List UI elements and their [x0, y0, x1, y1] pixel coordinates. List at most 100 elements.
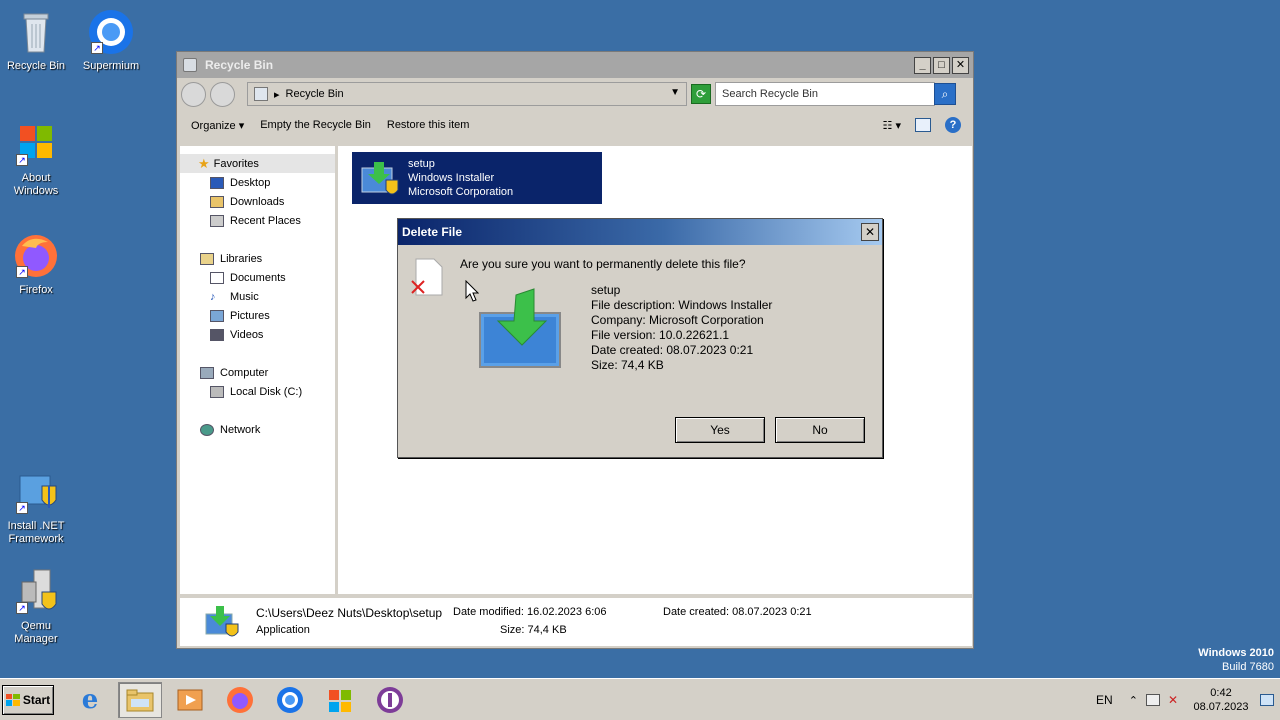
desktop-icon-label: Firefox: [19, 284, 53, 296]
nav-computer[interactable]: Computer: [180, 363, 335, 382]
empty-recycle-bin-button[interactable]: Empty the Recycle Bin: [260, 119, 371, 131]
supermium-browser-icon: [277, 686, 303, 713]
shortcut-arrow-icon: ↗: [16, 266, 28, 278]
details-pane: C:\Users\Deez Nuts\Desktop\setup Applica…: [180, 598, 972, 646]
start-label: Start: [22, 692, 51, 707]
details-date-modified: Date modified: 16.02.2023 6:06: [453, 606, 607, 618]
start-button[interactable]: Start: [2, 684, 54, 715]
back-button[interactable]: [181, 81, 206, 107]
desktop-icon-recycle-bin[interactable]: Recycle Bin: [0, 8, 72, 73]
details-kind: Application: [256, 624, 310, 636]
preview-pane-icon[interactable]: [915, 118, 931, 132]
dialog-file-name: setup: [591, 283, 621, 297]
shortcut-arrow-icon: ↗: [91, 42, 103, 54]
forward-button[interactable]: [210, 81, 235, 107]
firefox-icon: ↗: [12, 232, 60, 280]
music-note-icon: ♪: [210, 290, 216, 303]
view-options-icon[interactable]: ☷ ▾: [883, 119, 901, 132]
dialog-titlebar[interactable]: Delete File ✕: [398, 219, 882, 245]
address-bar[interactable]: ▸ Recycle Bin ▼: [247, 82, 687, 106]
details-date-created: Date created: 08.07.2023 0:21: [663, 606, 812, 618]
dialog-file-description: File description: Windows Installer: [591, 298, 773, 312]
file-name: setup: [408, 158, 435, 170]
taskbar-firefox[interactable]: [218, 682, 262, 718]
window-titlebar[interactable]: Recycle Bin _ □ ✕: [177, 52, 973, 78]
nav-libraries[interactable]: Libraries: [180, 249, 335, 268]
brand-build: Build 7680: [1222, 661, 1274, 673]
dialog-close-button[interactable]: ✕: [861, 223, 879, 241]
nav-documents[interactable]: Documents: [180, 268, 335, 287]
nav-videos[interactable]: Videos: [180, 325, 335, 344]
network-icon: [200, 423, 214, 436]
nav-favorites[interactable]: ★ Favorites: [180, 154, 335, 173]
window-title: Recycle Bin: [205, 58, 274, 72]
search-icon[interactable]: ⌕: [934, 83, 956, 105]
os-brand-watermark: Windows 2010 Build 7680: [1198, 646, 1274, 674]
dialog-file-date-created: Date created: 08.07.2023 0:21: [591, 343, 754, 357]
taskbar-media-player[interactable]: [168, 682, 212, 718]
nav-pictures[interactable]: Pictures: [180, 306, 335, 325]
nav-music[interactable]: ♪ Music: [180, 287, 335, 306]
clock[interactable]: 0:42 08.07.2023: [1188, 686, 1254, 714]
clock-time: 0:42: [1210, 687, 1232, 699]
search-placeholder: Search Recycle Bin: [722, 88, 818, 100]
desktop-icon-label: About Windows: [13, 172, 59, 197]
navigation-pane: ★ Favorites Desktop Downloads Recent Pla…: [180, 146, 338, 594]
folder-icon: [126, 689, 154, 711]
language-indicator[interactable]: EN: [1096, 693, 1113, 707]
restore-item-button[interactable]: Restore this item: [387, 119, 470, 131]
desktop-icon-label: Qemu Manager: [14, 620, 58, 645]
minimize-button[interactable]: _: [914, 56, 931, 74]
shortcut-arrow-icon: ↗: [16, 602, 28, 614]
yes-button[interactable]: Yes: [675, 417, 765, 443]
search-input[interactable]: Search Recycle Bin ⌕: [715, 82, 956, 106]
organize-menu[interactable]: Organize ▾: [191, 119, 244, 132]
delete-file-dialog: Delete File ✕ Are you sure you want to p…: [397, 218, 883, 458]
taskbar-supermium[interactable]: [268, 682, 312, 718]
dialog-file-version: File version: 10.0.22621.1: [591, 328, 730, 342]
file-item-setup[interactable]: setup Windows Installer Microsoft Corpor…: [352, 152, 602, 204]
breadcrumb-recycle-bin[interactable]: Recycle Bin: [286, 88, 344, 100]
shortcut-arrow-icon: ↗: [16, 502, 28, 514]
details-size: Size: 74,4 KB: [500, 624, 567, 636]
star-icon: ★: [198, 155, 210, 171]
installer-file-icon: [478, 287, 564, 371]
dialog-file-size: Size: 74,4 KB: [591, 358, 664, 372]
help-icon[interactable]: ?: [945, 117, 961, 133]
nav-downloads[interactable]: Downloads: [180, 192, 335, 211]
action-center-icon[interactable]: [1145, 694, 1160, 706]
brand-name: Windows 2010: [1198, 647, 1274, 659]
desktop-icon-label: Recycle Bin: [6, 60, 66, 72]
taskbar-internet-explorer[interactable]: e: [68, 682, 112, 718]
close-button[interactable]: ✕: [952, 56, 969, 74]
nav-network[interactable]: Network: [180, 420, 335, 439]
no-button[interactable]: No: [775, 417, 865, 443]
firefox-icon: [227, 686, 253, 713]
taskbar-about-windows[interactable]: [318, 682, 362, 718]
desktop-icon-qemu-manager[interactable]: ↗ Qemu Manager: [0, 568, 72, 646]
dotnet-installer-icon: ↗: [12, 468, 60, 516]
desktop-icon-firefox[interactable]: ↗ Firefox: [0, 232, 72, 297]
maximize-button[interactable]: □: [933, 56, 950, 74]
clock-date: 08.07.2023: [1193, 701, 1249, 713]
desktop-icon-supermium[interactable]: ↗ Supermium: [75, 8, 147, 73]
nav-local-disk[interactable]: Local Disk (C:): [180, 382, 335, 401]
taskbar-app-purple[interactable]: [368, 682, 412, 718]
taskbar-file-explorer[interactable]: [118, 681, 162, 718]
nav-recent-places[interactable]: Recent Places: [180, 211, 335, 230]
recent-places-icon: [210, 214, 224, 227]
details-path: C:\Users\Deez Nuts\Desktop\setup: [256, 606, 443, 620]
show-hidden-icons-chevron-icon[interactable]: ⌃: [1129, 694, 1138, 707]
address-dropdown-icon[interactable]: ▼: [670, 87, 680, 98]
breadcrumb-chevron-icon[interactable]: ▸: [274, 88, 280, 101]
desktop-icon-about-windows[interactable]: ↗ About Windows: [0, 120, 72, 198]
network-disconnected-icon[interactable]: ✕: [1168, 693, 1178, 707]
nav-desktop[interactable]: Desktop: [180, 173, 335, 192]
file-type: Windows Installer: [408, 172, 495, 184]
refresh-button[interactable]: ⟳: [691, 84, 711, 104]
show-desktop-icon[interactable]: [1260, 694, 1274, 706]
supermium-browser-icon: ↗: [87, 8, 135, 56]
pictures-icon: [210, 309, 224, 322]
desktop-icon-install-dotnet[interactable]: ↗ Install .NET Framework: [0, 468, 72, 546]
system-tray: EN ⌃ ✕ 0:42 08.07.2023: [1096, 679, 1280, 720]
